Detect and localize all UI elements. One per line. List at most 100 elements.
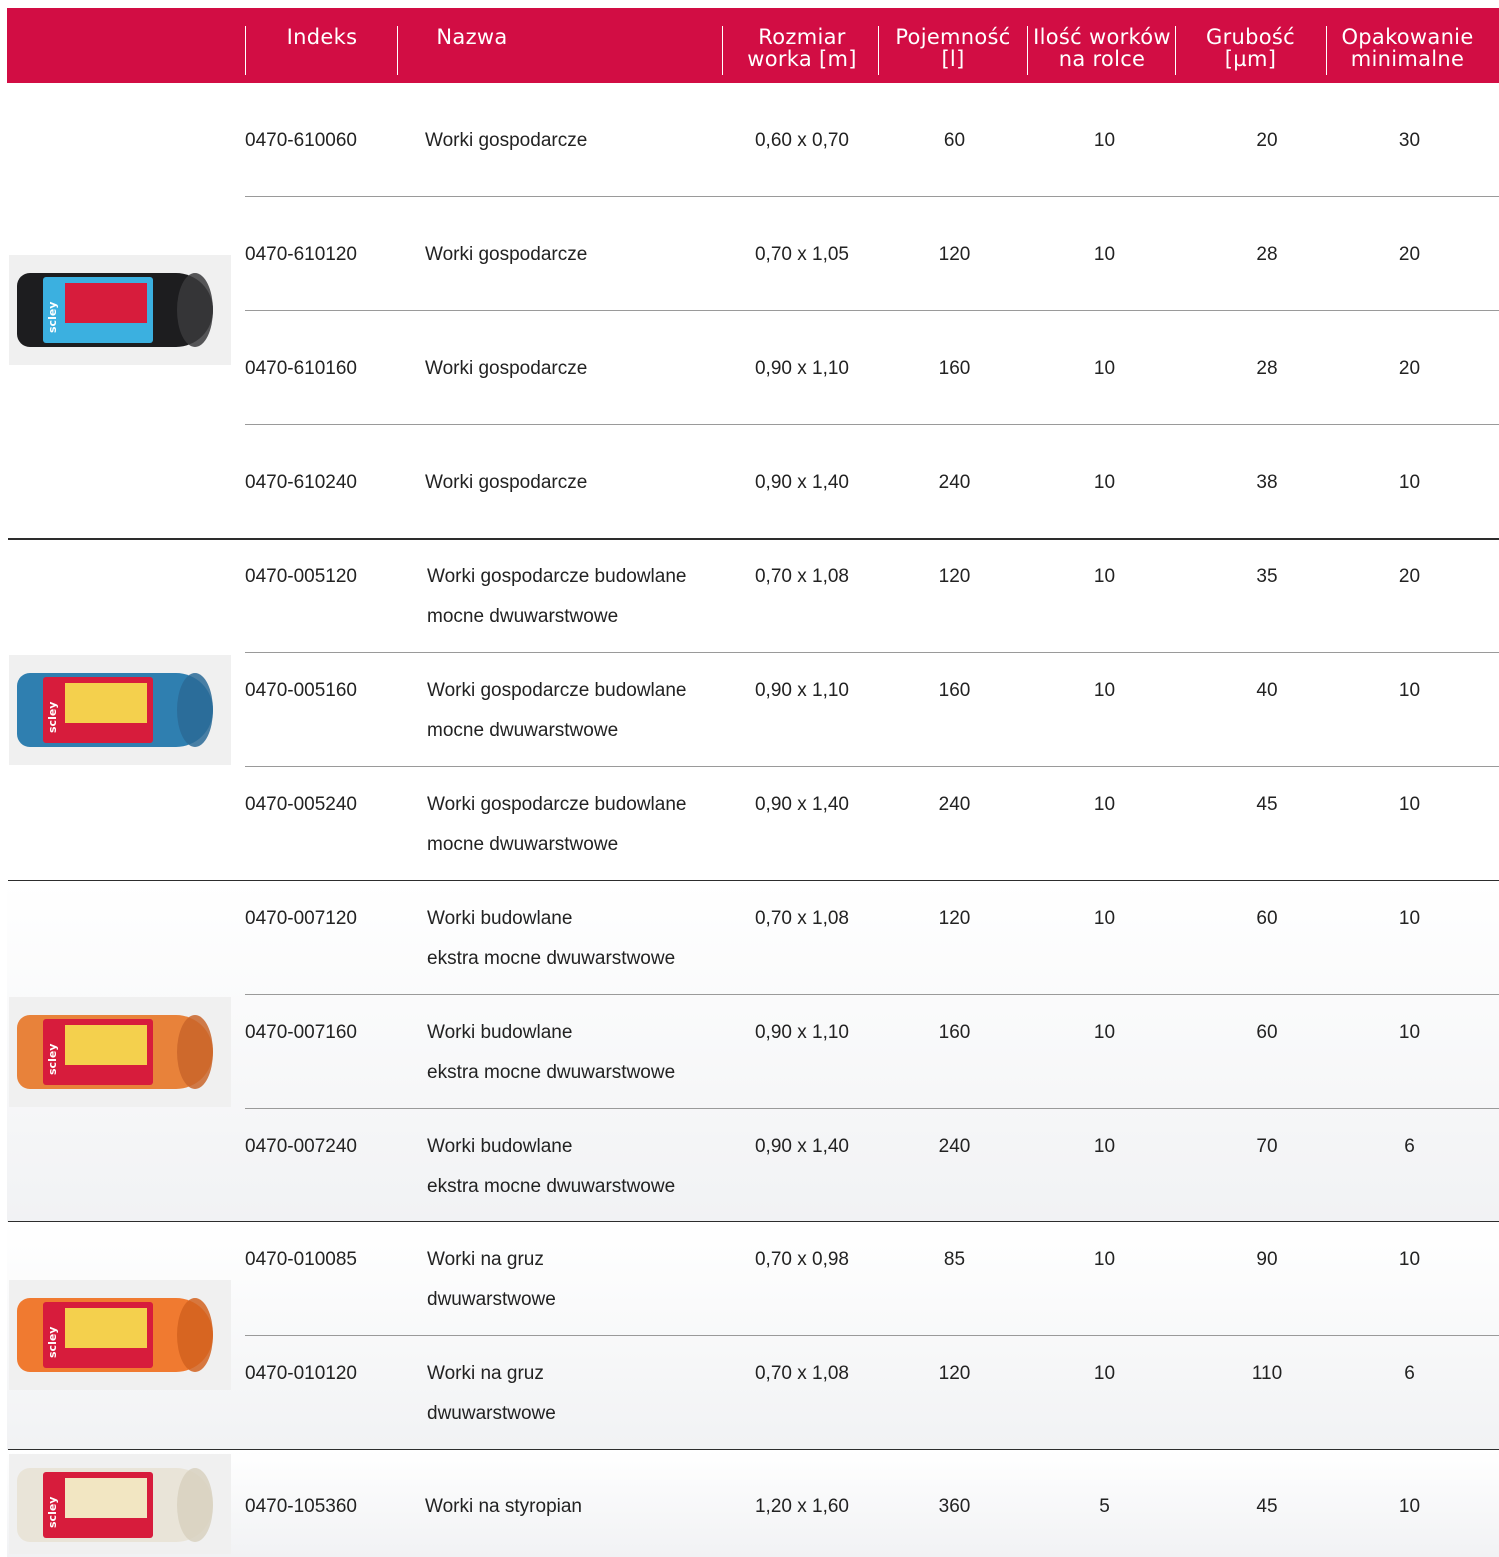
table-row: 0470-005240 Worki gospodarcze budowlane m… xyxy=(7,767,1499,881)
cell-opakowanie: 20 xyxy=(1398,566,1421,587)
cell-rozmiar: 0,90 x 1,40 xyxy=(754,472,850,493)
cell-pojemnosc: 85 xyxy=(943,1249,966,1270)
header-separator xyxy=(245,26,246,75)
header-grubosc: Grubość [µm] xyxy=(1206,25,1295,71)
cell-grubosc: 110 xyxy=(1251,1363,1283,1384)
cell-rozmiar: 0,60 x 0,70 xyxy=(754,130,850,151)
header-rozmiar: Rozmiar worka [m] xyxy=(732,26,872,70)
cell-grubosc: 60 xyxy=(1256,908,1278,929)
header-separator xyxy=(1326,26,1327,75)
cell-nazwa: Worki na styropian xyxy=(425,1496,582,1517)
cell-rozmiar: 0,70 x 1,08 xyxy=(754,908,850,929)
header-rozmiar-line1: Rozmiar xyxy=(758,25,846,49)
cell-nazwa: Worki gospodarcze budowlane mocne dwuwars… xyxy=(427,671,686,751)
cell-nazwa-line2: ekstra mocne dwuwarstwowe xyxy=(427,948,676,969)
cell-grubosc: 38 xyxy=(1256,472,1278,493)
cell-opakowanie: 10 xyxy=(1398,472,1421,493)
header-rozmiar-line2: worka [m] xyxy=(747,47,857,71)
cell-ilosc: 10 xyxy=(1093,1363,1116,1384)
table-row: 0470-010120 Worki na gruz dwuwarstwowe 0,… xyxy=(7,1336,1499,1450)
cell-nazwa: Worki budowlane ekstra mocne dwuwarstwowe xyxy=(427,899,675,979)
cell-rozmiar: 0,90 x 1,10 xyxy=(754,1022,850,1043)
cell-grubosc: 90 xyxy=(1256,1249,1278,1270)
header-separator xyxy=(722,26,723,75)
cell-indeks: 0470-005120 xyxy=(245,566,357,587)
product-group: scley 0470-007120 Worki budowlane ekstra … xyxy=(7,881,1499,1223)
cell-indeks: 0470-007240 xyxy=(245,1136,357,1157)
cell-pojemnosc: 120 xyxy=(938,1363,971,1384)
cell-rozmiar: 0,90 x 1,40 xyxy=(754,1136,850,1157)
header-separator xyxy=(1027,26,1028,75)
header-separator xyxy=(1175,26,1176,75)
cell-ilosc: 10 xyxy=(1093,794,1116,815)
cell-pojemnosc: 240 xyxy=(938,472,971,493)
table-row: 0470-105360 Worki na styropian 1,20 x 1,… xyxy=(7,1450,1499,1557)
cell-rozmiar: 0,70 x 1,08 xyxy=(754,566,850,587)
cell-rozmiar: 0,70 x 0,98 xyxy=(754,1249,850,1270)
header-separator xyxy=(397,26,398,75)
cell-grubosc: 70 xyxy=(1256,1136,1278,1157)
table-row: 0470-610120 Worki gospodarcze 0,70 x 1,0… xyxy=(7,197,1499,311)
cell-pojemnosc: 60 xyxy=(943,130,966,151)
header-separator xyxy=(878,26,879,75)
cell-ilosc: 10 xyxy=(1093,358,1116,379)
cell-nazwa: Worki na gruz dwuwarstwowe xyxy=(427,1240,556,1320)
cell-nazwa-line2: dwuwarstwowe xyxy=(427,1403,556,1424)
table-row: 0470-007240 Worki budowlane ekstra mocne … xyxy=(7,1109,1499,1223)
cell-grubosc: 28 xyxy=(1256,358,1278,379)
cell-nazwa: Worki budowlane ekstra mocne dwuwarstwowe xyxy=(427,1127,675,1207)
cell-ilosc: 10 xyxy=(1093,908,1116,929)
cell-opakowanie: 10 xyxy=(1398,1022,1421,1043)
cell-opakowanie: 20 xyxy=(1398,358,1421,379)
header-opakowanie: Opakowanie minimalne xyxy=(1329,26,1486,70)
cell-nazwa: Worki budowlane ekstra mocne dwuwarstwowe xyxy=(427,1013,675,1093)
cell-opakowanie: 10 xyxy=(1398,1249,1421,1270)
cell-nazwa: Worki gospodarcze budowlane mocne dwuwars… xyxy=(427,557,686,637)
cell-indeks: 0470-005160 xyxy=(245,680,357,701)
cell-indeks: 0470-610240 xyxy=(245,472,357,493)
cell-opakowanie: 6 xyxy=(1404,1363,1415,1384)
product-group: scley 0470-105360 Worki na styropian 1,2… xyxy=(7,1450,1499,1557)
cell-opakowanie: 10 xyxy=(1398,794,1421,815)
cell-grubosc: 40 xyxy=(1256,680,1278,701)
cell-nazwa: Worki gospodarcze xyxy=(425,244,588,265)
cell-grubosc: 45 xyxy=(1256,794,1278,815)
cell-ilosc: 10 xyxy=(1093,1249,1116,1270)
cell-pojemnosc: 160 xyxy=(938,1022,971,1043)
cell-indeks: 0470-007160 xyxy=(245,1022,357,1043)
cell-nazwa: Worki gospodarcze budowlane mocne dwuwars… xyxy=(427,785,686,865)
cell-opakowanie: 6 xyxy=(1404,1136,1415,1157)
cell-nazwa-line2: dwuwarstwowe xyxy=(427,1289,556,1310)
cell-nazwa-line1: Worki budowlane xyxy=(427,1136,573,1157)
cell-ilosc: 10 xyxy=(1093,1022,1116,1043)
cell-nazwa-line1: Worki na gruz xyxy=(427,1363,544,1384)
cell-opakowanie: 10 xyxy=(1398,1496,1421,1517)
cell-indeks: 0470-007120 xyxy=(245,908,357,929)
cell-opakowanie: 10 xyxy=(1398,680,1421,701)
table-row: 0470-610160 Worki gospodarcze 0,90 x 1,1… xyxy=(7,311,1499,425)
cell-rozmiar: 1,20 x 1,60 xyxy=(754,1496,850,1517)
cell-indeks: 0470-105360 xyxy=(245,1496,357,1517)
cell-nazwa-line1: Worki gospodarcze budowlane xyxy=(427,680,687,701)
cell-rozmiar: 0,70 x 1,05 xyxy=(754,244,850,265)
header-nazwa: Nazwa xyxy=(436,25,508,49)
cell-indeks: 0470-610060 xyxy=(245,130,357,151)
cell-ilosc: 10 xyxy=(1093,1136,1116,1157)
cell-rozmiar: 0,90 x 1,40 xyxy=(754,794,850,815)
cell-opakowanie: 10 xyxy=(1398,908,1421,929)
cell-opakowanie: 30 xyxy=(1398,130,1421,151)
cell-nazwa-line1: Worki na gruz xyxy=(427,1249,544,1270)
cell-pojemnosc: 160 xyxy=(938,680,971,701)
cell-rozmiar: 0,70 x 1,08 xyxy=(754,1363,850,1384)
cell-pojemnosc: 240 xyxy=(938,794,971,815)
product-group: scley 0470-005120 Worki gospodarcze budo… xyxy=(7,539,1499,882)
cell-ilosc: 5 xyxy=(1099,1496,1110,1517)
cell-nazwa-line1: Worki gospodarcze budowlane xyxy=(427,794,687,815)
header-ilosc-line1: Ilość worków xyxy=(1033,25,1171,49)
table-row: 0470-610060 Worki gospodarcze 0,60 x 0,7… xyxy=(7,83,1499,197)
table-row: 0470-007160 Worki budowlane ekstra mocne … xyxy=(7,995,1499,1109)
cell-indeks: 0470-010085 xyxy=(245,1249,357,1270)
cell-indeks: 0470-010120 xyxy=(245,1363,357,1384)
cell-nazwa: Worki gospodarcze xyxy=(425,358,588,379)
cell-grubosc: 45 xyxy=(1256,1496,1278,1517)
